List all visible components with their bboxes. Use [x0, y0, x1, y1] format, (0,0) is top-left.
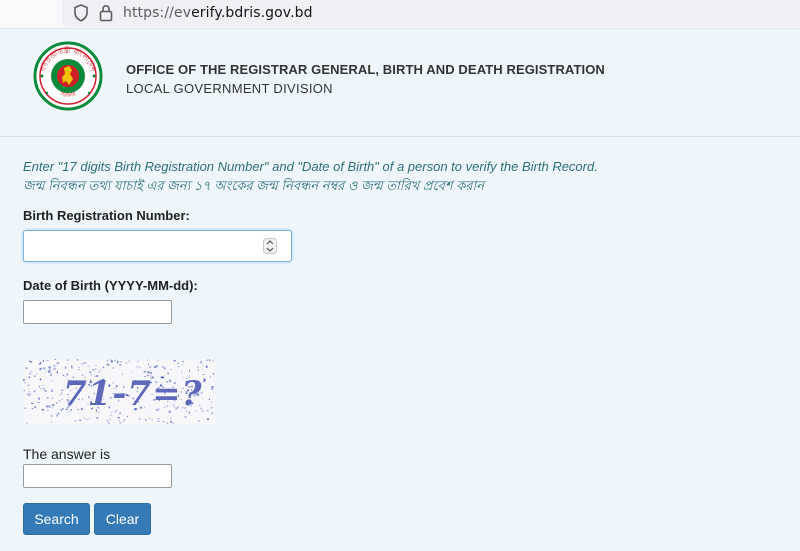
government-seal-logo: গণপ্রজাতন্ত্রী বাংলাদেশ সরকার	[33, 41, 103, 116]
birth-registration-number-input[interactable]	[23, 230, 292, 262]
birth-registration-number-label: Birth Registration Number:	[23, 208, 190, 223]
office-title: OFFICE OF THE REGISTRAR GENERAL, BIRTH A…	[126, 62, 605, 77]
instruction-bangla: জন্ম নিবন্ধন তথ্য যাচাই এর জন্য ১৭ অংকের…	[23, 178, 484, 193]
number-spinner-icon[interactable]	[263, 238, 277, 254]
browser-address-bar: https://everify.bdris.gov.bd	[0, 0, 800, 29]
date-of-birth-label: Date of Birth (YYYY-MM-dd):	[23, 278, 198, 293]
clear-button[interactable]: Clear	[94, 503, 151, 535]
lock-icon[interactable]	[99, 4, 113, 27]
office-subtitle: LOCAL GOVERNMENT DIVISION	[126, 81, 333, 96]
search-button[interactable]: Search	[23, 503, 90, 535]
url-host: erify.bdris.gov.bd	[191, 5, 313, 21]
url-text[interactable]: https://everify.bdris.gov.bd	[123, 5, 313, 21]
instruction-english: Enter "17 digits Birth Registration Numb…	[23, 159, 598, 174]
captcha-image: 71-7=?	[23, 359, 215, 425]
captcha-answer-input[interactable]	[23, 464, 172, 488]
date-of-birth-input[interactable]	[23, 300, 172, 324]
site-header: গণপ্রজাতন্ত্রী বাংলাদেশ সরকার OFFICE OF …	[0, 29, 800, 137]
shield-icon[interactable]	[73, 4, 89, 27]
url-scheme: https://ev	[123, 5, 192, 21]
captcha-text: 71-7=?	[63, 374, 203, 414]
captcha-answer-label: The answer is	[23, 446, 111, 462]
page-body: গণপ্রজাতন্ত্রী বাংলাদেশ সরকার OFFICE OF …	[0, 29, 800, 551]
